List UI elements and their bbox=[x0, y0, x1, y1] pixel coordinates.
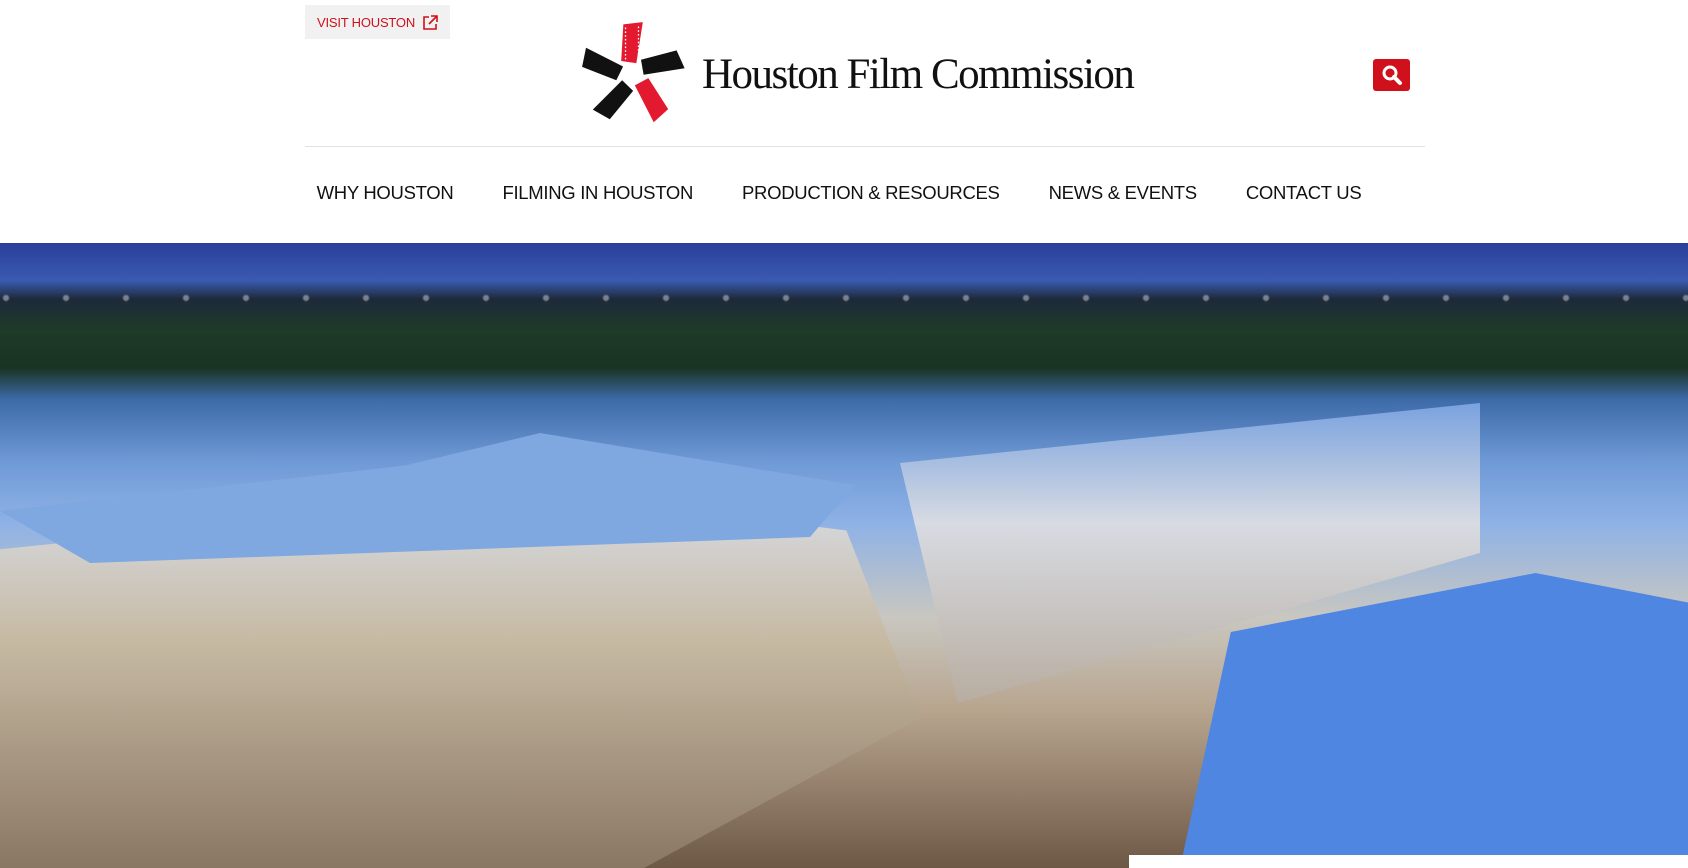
nav-filming-in-houston[interactable]: FILMING IN HOUSTON bbox=[502, 182, 693, 204]
search-icon bbox=[1382, 65, 1402, 85]
content-panel-edge bbox=[1129, 855, 1688, 868]
film-star-logo-icon bbox=[582, 22, 685, 123]
external-link-icon bbox=[423, 14, 438, 30]
visit-houston-label: VISIT HOUSTON bbox=[316, 14, 416, 30]
search-button[interactable] bbox=[1373, 59, 1410, 91]
nav-news-events[interactable]: NEWS & EVENTS bbox=[1049, 182, 1198, 204]
hero-image-city-aerial bbox=[0, 243, 1688, 868]
logo-text: Houston Film Commission bbox=[702, 50, 1135, 98]
hero-lights bbox=[0, 283, 1688, 313]
visit-houston-link[interactable]: VISIT HOUSTON bbox=[305, 5, 450, 39]
header-divider bbox=[305, 146, 1425, 147]
main-nav: WHY HOUSTON FILMING IN HOUSTON PRODUCTIO… bbox=[0, 182, 1688, 204]
nav-production-resources[interactable]: PRODUCTION & RESOURCES bbox=[742, 182, 1000, 204]
site-logo[interactable]: Houston Film Commission bbox=[578, 20, 1135, 128]
nav-why-houston[interactable]: WHY HOUSTON bbox=[317, 182, 454, 204]
nav-contact-us[interactable]: CONTACT US bbox=[1246, 182, 1362, 204]
